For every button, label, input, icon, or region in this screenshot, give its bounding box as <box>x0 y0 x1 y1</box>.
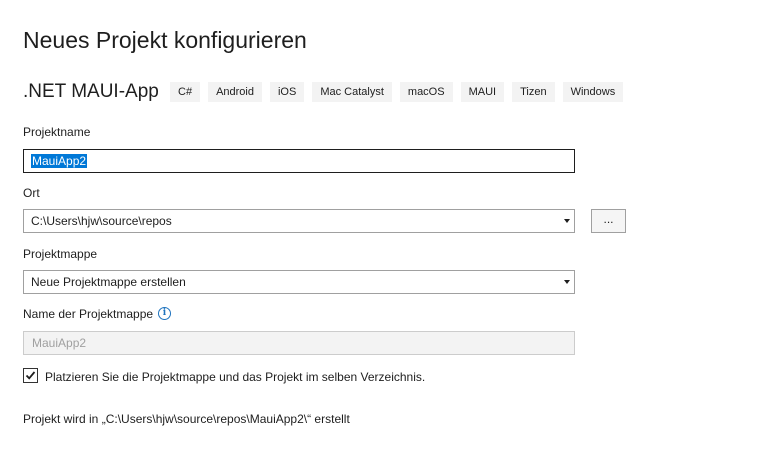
page-title: Neues Projekt konfigurieren <box>23 27 307 53</box>
solution-name-input: MauiApp2 <box>23 331 575 355</box>
solution-combobox[interactable]: Neue Projektmappe erstellen <box>23 270 575 294</box>
tag-tizen: Tizen <box>512 82 555 102</box>
project-name-value: MauiApp2 <box>31 154 88 168</box>
chevron-down-icon <box>564 219 570 223</box>
solution-name-value: MauiApp2 <box>32 336 87 350</box>
tag-macos: macOS <box>399 82 453 102</box>
tag-csharp: C# <box>170 82 201 102</box>
template-tags: C# Android iOS Mac Catalyst macOS MAUI T… <box>170 82 624 102</box>
project-name-label: Projektname <box>23 125 91 139</box>
tag-mac-catalyst: Mac Catalyst <box>312 82 392 102</box>
location-value: C:\Users\hjw\source\repos <box>31 214 172 228</box>
solution-name-label: Name der Projektmappe <box>23 307 154 321</box>
solution-label: Projektmappe <box>23 247 98 261</box>
template-name: .NET MAUI-App <box>23 81 159 102</box>
location-combobox[interactable]: C:\Users\hjw\source\repos <box>23 209 575 233</box>
location-label: Ort <box>23 186 40 200</box>
tag-maui: MAUI <box>460 82 505 102</box>
tag-ios: iOS <box>269 82 305 102</box>
browse-button[interactable]: ... <box>591 209 626 233</box>
same-directory-checkbox[interactable] <box>23 368 38 383</box>
info-icon[interactable]: i <box>158 307 171 320</box>
same-directory-label[interactable]: Platzieren Sie die Projektmappe und das … <box>45 370 425 384</box>
project-name-input[interactable]: MauiApp2 <box>23 149 575 173</box>
solution-value: Neue Projektmappe erstellen <box>31 275 186 289</box>
chevron-down-icon <box>564 280 570 284</box>
tag-windows: Windows <box>562 82 624 102</box>
checkmark-icon <box>25 371 36 380</box>
tag-android: Android <box>208 82 262 102</box>
project-path-note: Projekt wird in „C:\Users\hjw\source\rep… <box>23 412 350 426</box>
